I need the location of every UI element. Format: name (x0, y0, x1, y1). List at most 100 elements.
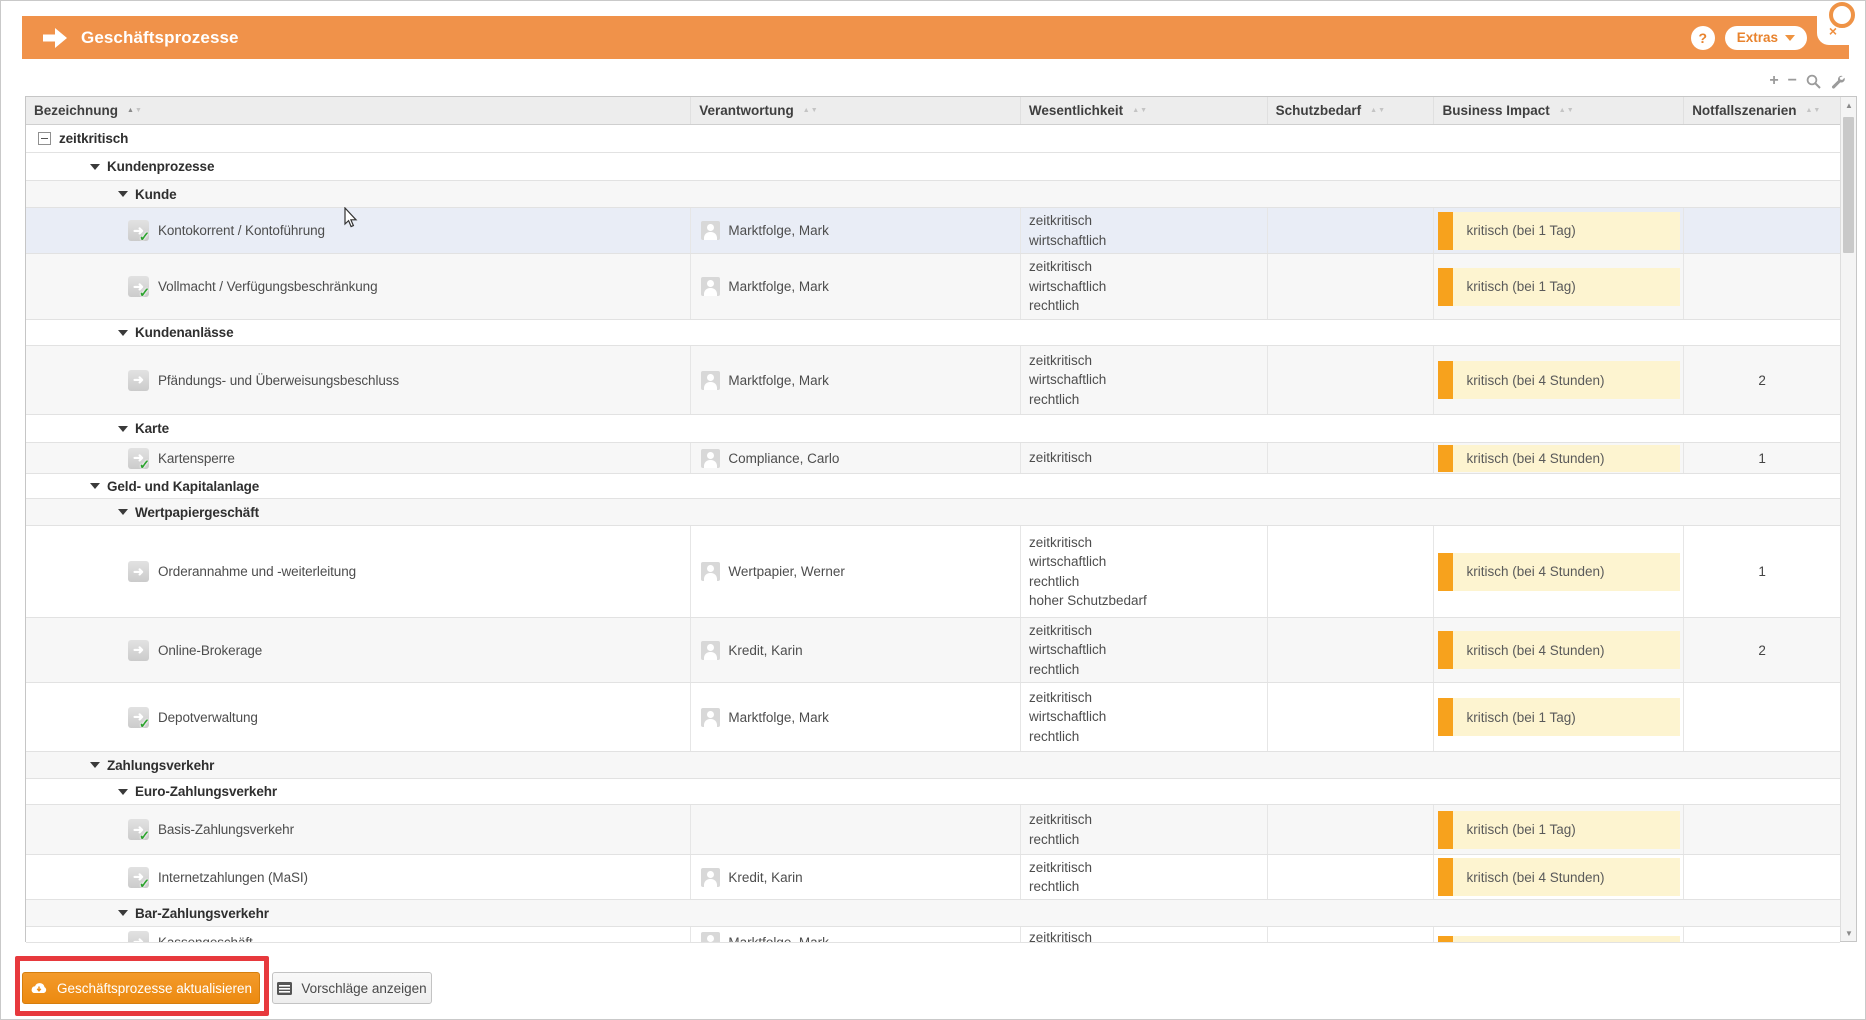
impact-label: kritisch (bei 4 Stunden) (1453, 631, 1681, 669)
group-row-kundenprozesse[interactable]: Kundenprozesse (26, 153, 1840, 181)
vertical-scrollbar[interactable]: ▲ ▼ (1840, 97, 1856, 941)
update-processes-button[interactable]: Geschäftsprozesse aktualisieren (22, 972, 260, 1004)
process-arrow-icon: ➜ (128, 369, 149, 391)
table-cell: Marktfolge, Mark (691, 927, 1021, 942)
notification-icon[interactable] (1829, 2, 1855, 28)
table-cell: kritisch (bei 1 Tag) (1434, 805, 1685, 854)
show-suggestions-button[interactable]: Vorschläge anzeigen (272, 972, 432, 1004)
check-icon: ✓ (139, 229, 150, 244)
group-row-karte[interactable]: Karte (26, 415, 1840, 443)
process-row-kartensperre[interactable]: ➜ ✓ Kartensperre Compliance, Carlo zeitkriti… (26, 443, 1840, 474)
group-row-kundenanl-sse[interactable]: Kundenanlässe (26, 320, 1840, 346)
table-cell (1268, 443, 1435, 473)
table-cell (1684, 254, 1840, 319)
table-cell: kritisch (bei 1 Tag) (1434, 683, 1685, 751)
process-name: Kartensperre (158, 450, 235, 466)
group-row-wertpapiergesch-ft[interactable]: Wertpapiergeschäft (26, 499, 1840, 526)
impact-label: kritisch (bei 1 Tag) (1453, 267, 1681, 306)
materiality-value: rechtlich (1028, 661, 1080, 677)
process-row-depotverwaltung[interactable]: ➜ ✓ Depotverwaltung Marktfolge, Mark zeitkri… (26, 683, 1840, 752)
impact-label: kritisch (bei 1 Tag) (1453, 810, 1681, 849)
table-cell (1268, 805, 1435, 854)
column-header-bezeichnung[interactable]: Bezeichnung ▲ ▼ (26, 97, 692, 124)
module-arrow-icon (43, 27, 67, 48)
settings-wrench-icon[interactable] (1830, 74, 1845, 89)
materiality-value: zeitkritisch (1028, 930, 1092, 942)
process-row-basis-zahlungsverkehr[interactable]: ➜ ✓ Basis-Zahlungsverkehr zeitkritisch recht… (26, 805, 1840, 855)
table-cell: kritisch (bei 4 Stunden) (1434, 443, 1685, 473)
business-impact-badge: kritisch (bei 4 Stunden) (1438, 361, 1681, 399)
impact-label: kritisch (bei 4 Stunden) (1453, 361, 1681, 399)
scroll-down-icon[interactable]: ▼ (1841, 925, 1857, 941)
table-cell: ➜ ✓ Kartensperre (26, 443, 692, 473)
column-label: Bezeichnung (34, 103, 119, 118)
process-row-internetzahlungen-masi-[interactable]: ➜ ✓ Internetzahlungen (MaSI) Kredit, Karin z… (26, 855, 1840, 900)
group-row-geld-und-kapitalanlage[interactable]: Geld- und Kapitalanlage (26, 474, 1840, 499)
materiality-value: rechtlich (1028, 573, 1080, 589)
business-impact-badge: kritisch (bei 4 Stunden) (1438, 858, 1681, 896)
triangle-down-icon[interactable] (118, 788, 128, 795)
process-row-kassengesch-ft[interactable]: ➜ Kassengeschäft Marktfolge, Mark zeitkriti… (26, 927, 1840, 943)
help-button[interactable]: ? (1690, 25, 1715, 50)
scroll-up-icon[interactable]: ▲ (1841, 97, 1857, 113)
extras-button[interactable]: Extras (1724, 25, 1807, 50)
group-row-bar-zahlungsverkehr[interactable]: Bar-Zahlungsverkehr (26, 900, 1840, 927)
process-row-vollmacht-verf-gungsbeschr-nkung[interactable]: ➜ ✓ Vollmacht / Verfügungsbeschränkung Mark… (26, 254, 1840, 320)
remove-icon[interactable]: − (1788, 73, 1797, 89)
impact-level-icon (1438, 211, 1454, 250)
process-arrow-icon: ➜ (128, 561, 149, 582)
triangle-down-icon[interactable] (118, 191, 128, 197)
group-row-euro-zahlungsverkehr[interactable]: Euro-Zahlungsverkehr (26, 779, 1840, 805)
materiality-value: rechtlich (1028, 831, 1080, 847)
column-header-schutzbedarf[interactable]: Schutzbedarf ▲ ▼ (1268, 97, 1435, 124)
group-label: Geld- und Kapitalanlage (107, 478, 260, 494)
group-row-zeitkritisch[interactable]: zeitkritisch (26, 125, 1840, 153)
materiality-value: wirtschaftlich (1028, 554, 1107, 569)
table-cell: zeitkritisch wirtschaftlich (1021, 208, 1268, 253)
process-arrow-icon: ➜ ✓ (128, 866, 150, 891)
scenario-count: 2 (1758, 372, 1766, 388)
collapse-box-icon[interactable] (38, 132, 51, 145)
triangle-down-icon[interactable] (118, 425, 128, 432)
triangle-down-icon[interactable] (90, 163, 100, 170)
table-cell: Kredit, Karin (691, 618, 1021, 682)
table-cell (1684, 683, 1840, 751)
column-label: Schutzbedarf (1275, 103, 1362, 118)
process-row-online-brokerage[interactable]: ➜ Online-Brokerage Kredit, Karin zeitkritis… (26, 618, 1840, 683)
triangle-down-icon[interactable] (90, 762, 100, 768)
table-cell (1268, 254, 1435, 319)
group-row-zahlungsverkehr[interactable]: Zahlungsverkehr (26, 752, 1840, 779)
impact-level-icon (1438, 858, 1454, 896)
impact-level-icon (1438, 936, 1454, 942)
process-row-kontokorrent-kontof-hrung[interactable]: ➜ ✓ Kontokorrent / Kontoführung Marktfolge,… (26, 208, 1840, 254)
table-cell: ➜ ✓ Internetzahlungen (MaSI) (26, 855, 692, 899)
process-row-orderannahme-und-weiterleitung[interactable]: ➜ Orderannahme und -weiterleitung Wertpapi… (26, 526, 1840, 618)
chevron-down-icon (1785, 34, 1795, 41)
table-cell (1268, 855, 1435, 899)
check-icon: ✓ (139, 285, 150, 300)
group-label: Wertpapiergeschäft (135, 504, 259, 520)
process-name: Basis-Zahlungsverkehr (158, 822, 294, 837)
extras-label: Extras (1736, 30, 1778, 45)
column-label: Wesentlichkeit (1028, 103, 1124, 118)
triangle-down-icon[interactable] (118, 329, 128, 336)
scenario-count: 1 (1758, 564, 1766, 579)
process-arrow-icon: ➜ ✓ (128, 220, 150, 244)
group-label: Bar-Zahlungsverkehr (135, 905, 269, 921)
materiality-value: zeitkritisch (1028, 812, 1092, 827)
triangle-down-icon[interactable] (90, 483, 100, 489)
table-cell: ➜ ✓ Vollmacht / Verfügungsbeschränkung (26, 254, 692, 319)
column-header-wesentlichkeit[interactable]: Wesentlichkeit ▲ ▼ (1021, 97, 1268, 124)
process-row-pf-ndungs-und-berweisungsbeschluss[interactable]: ➜ Pfändungs- und Überweisungsbeschluss Mar… (26, 346, 1840, 415)
triangle-down-icon[interactable] (118, 509, 128, 515)
sort-arrows-icon: ▲ ▼ (1132, 107, 1148, 114)
column-header-verantwortung[interactable]: Verantwortung ▲ ▼ (691, 97, 1021, 124)
column-header-notfallszenarien[interactable]: Notfallszenarien ▲ ▼ (1684, 97, 1840, 124)
page-title: Geschäftsprozesse (81, 27, 239, 47)
column-header-business-impact[interactable]: Business Impact ▲ ▼ (1434, 97, 1685, 124)
add-icon[interactable]: + (1769, 73, 1778, 89)
triangle-down-icon[interactable] (118, 910, 128, 916)
search-icon[interactable] (1806, 74, 1821, 89)
scrollbar-thumb[interactable] (1843, 117, 1854, 253)
group-row-kunde[interactable]: Kunde (26, 181, 1840, 208)
